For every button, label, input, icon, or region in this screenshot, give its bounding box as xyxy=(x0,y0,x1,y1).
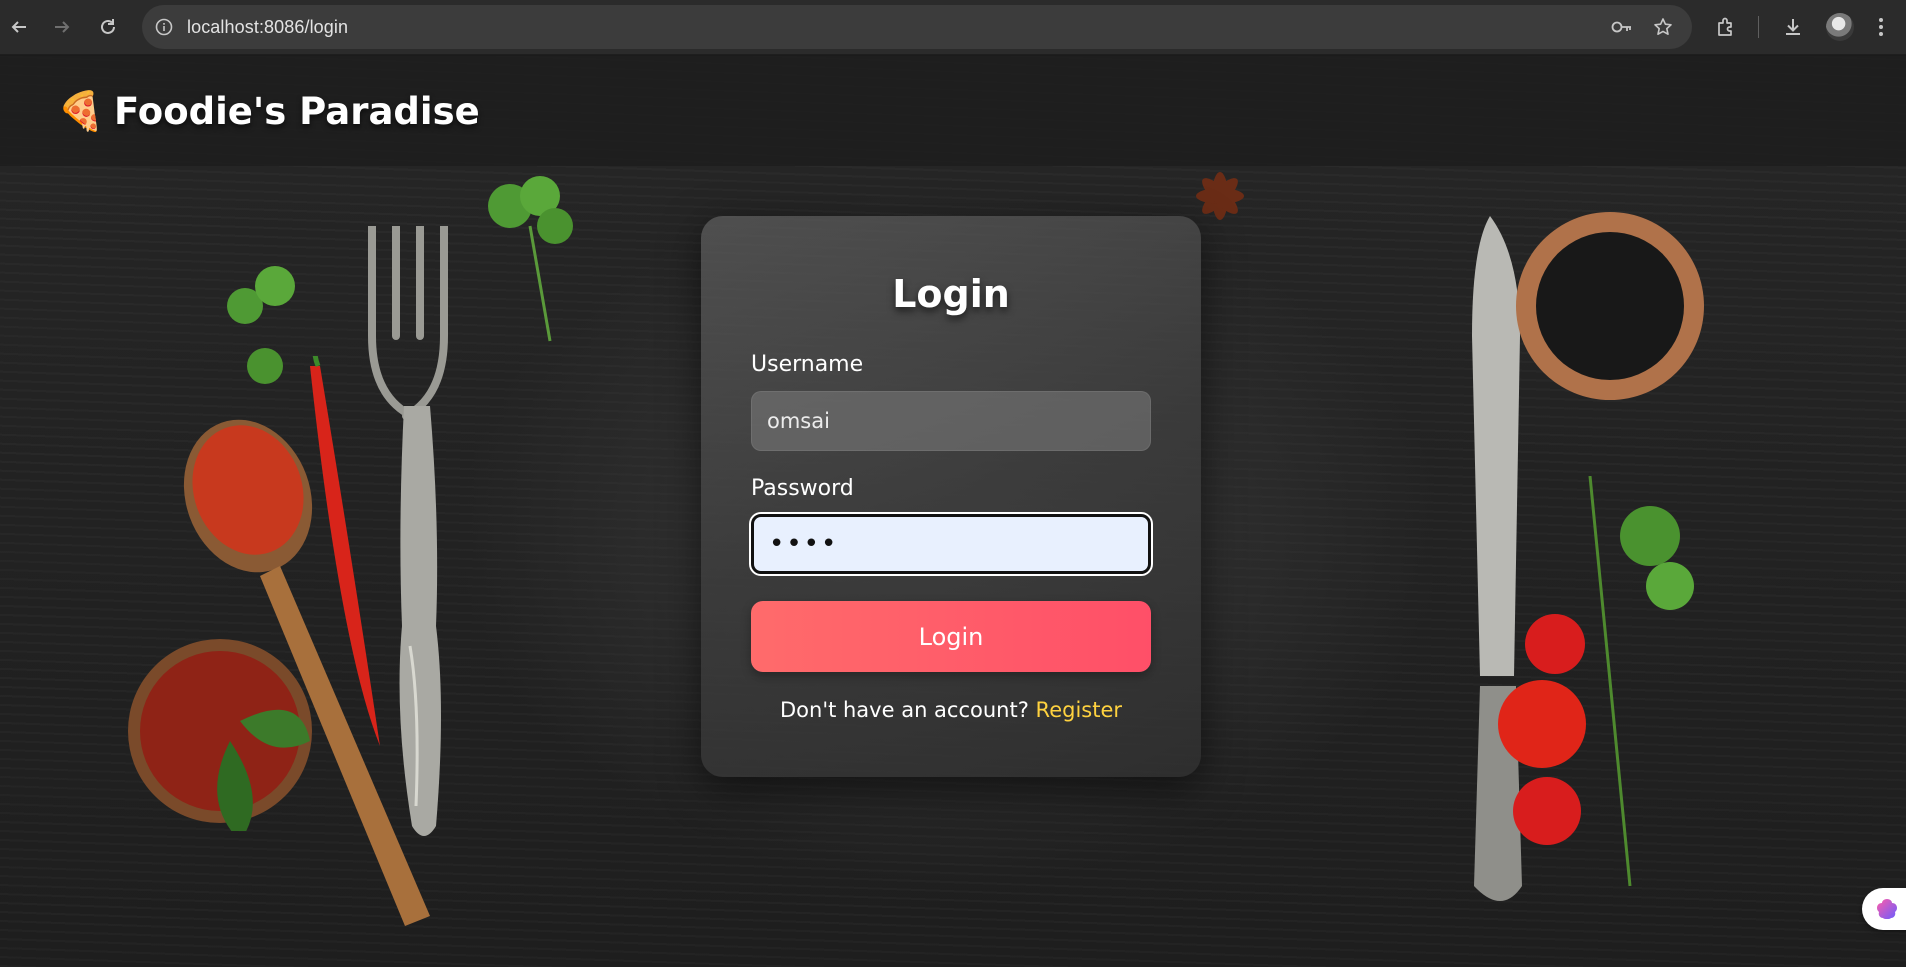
browser-toolbar: localhost:8086/login xyxy=(0,0,1906,55)
username-input[interactable]: omsai xyxy=(751,391,1151,451)
back-button[interactable] xyxy=(2,10,36,44)
forward-button[interactable] xyxy=(45,10,79,44)
brain-icon xyxy=(1877,899,1897,919)
url-text[interactable]: localhost:8086/login xyxy=(187,17,348,38)
brand-logo[interactable]: 🍕 Foodie's Paradise xyxy=(57,88,480,134)
parsley-image xyxy=(488,176,573,342)
chili-pepper-image xyxy=(310,356,380,746)
password-key-icon[interactable] xyxy=(1610,15,1634,39)
coriander-image xyxy=(227,266,295,384)
toolbar-separator xyxy=(1758,16,1759,38)
site-info-icon[interactable] xyxy=(152,15,176,39)
reload-icon xyxy=(101,19,115,34)
login-button[interactable]: Login xyxy=(751,601,1151,672)
password-input[interactable]: •••• xyxy=(751,514,1151,574)
extensions-icon[interactable] xyxy=(1712,13,1740,41)
login-title: Login xyxy=(892,272,1010,316)
username-label: Username xyxy=(751,352,864,377)
download-icon[interactable] xyxy=(1779,13,1807,41)
username-value: omsai xyxy=(767,409,830,433)
more-menu-icon[interactable] xyxy=(1867,13,1895,41)
register-link[interactable]: Register xyxy=(1036,698,1122,722)
bookmark-star-icon[interactable] xyxy=(1651,15,1675,39)
brand-name: Foodie's Paradise xyxy=(114,89,480,133)
reload-button[interactable] xyxy=(91,10,125,44)
back-arrow-icon xyxy=(11,21,26,33)
login-card: Login Username omsai Password •••• Login… xyxy=(701,216,1201,777)
rosemary-image xyxy=(1588,476,1694,887)
assistant-button[interactable] xyxy=(1862,888,1906,930)
address-bar[interactable]: localhost:8086/login xyxy=(142,5,1692,49)
forward-arrow-icon xyxy=(55,21,70,33)
pizza-icon: 🍕 xyxy=(57,88,105,133)
register-prompt-text: Don't have an account? xyxy=(779,698,1029,722)
seed-bowl-image xyxy=(1516,212,1704,400)
register-prompt: Don't have an account? Register xyxy=(701,698,1201,722)
profile-avatar[interactable] xyxy=(1826,13,1854,41)
password-value: •••• xyxy=(769,529,839,559)
password-label: Password xyxy=(751,476,854,501)
